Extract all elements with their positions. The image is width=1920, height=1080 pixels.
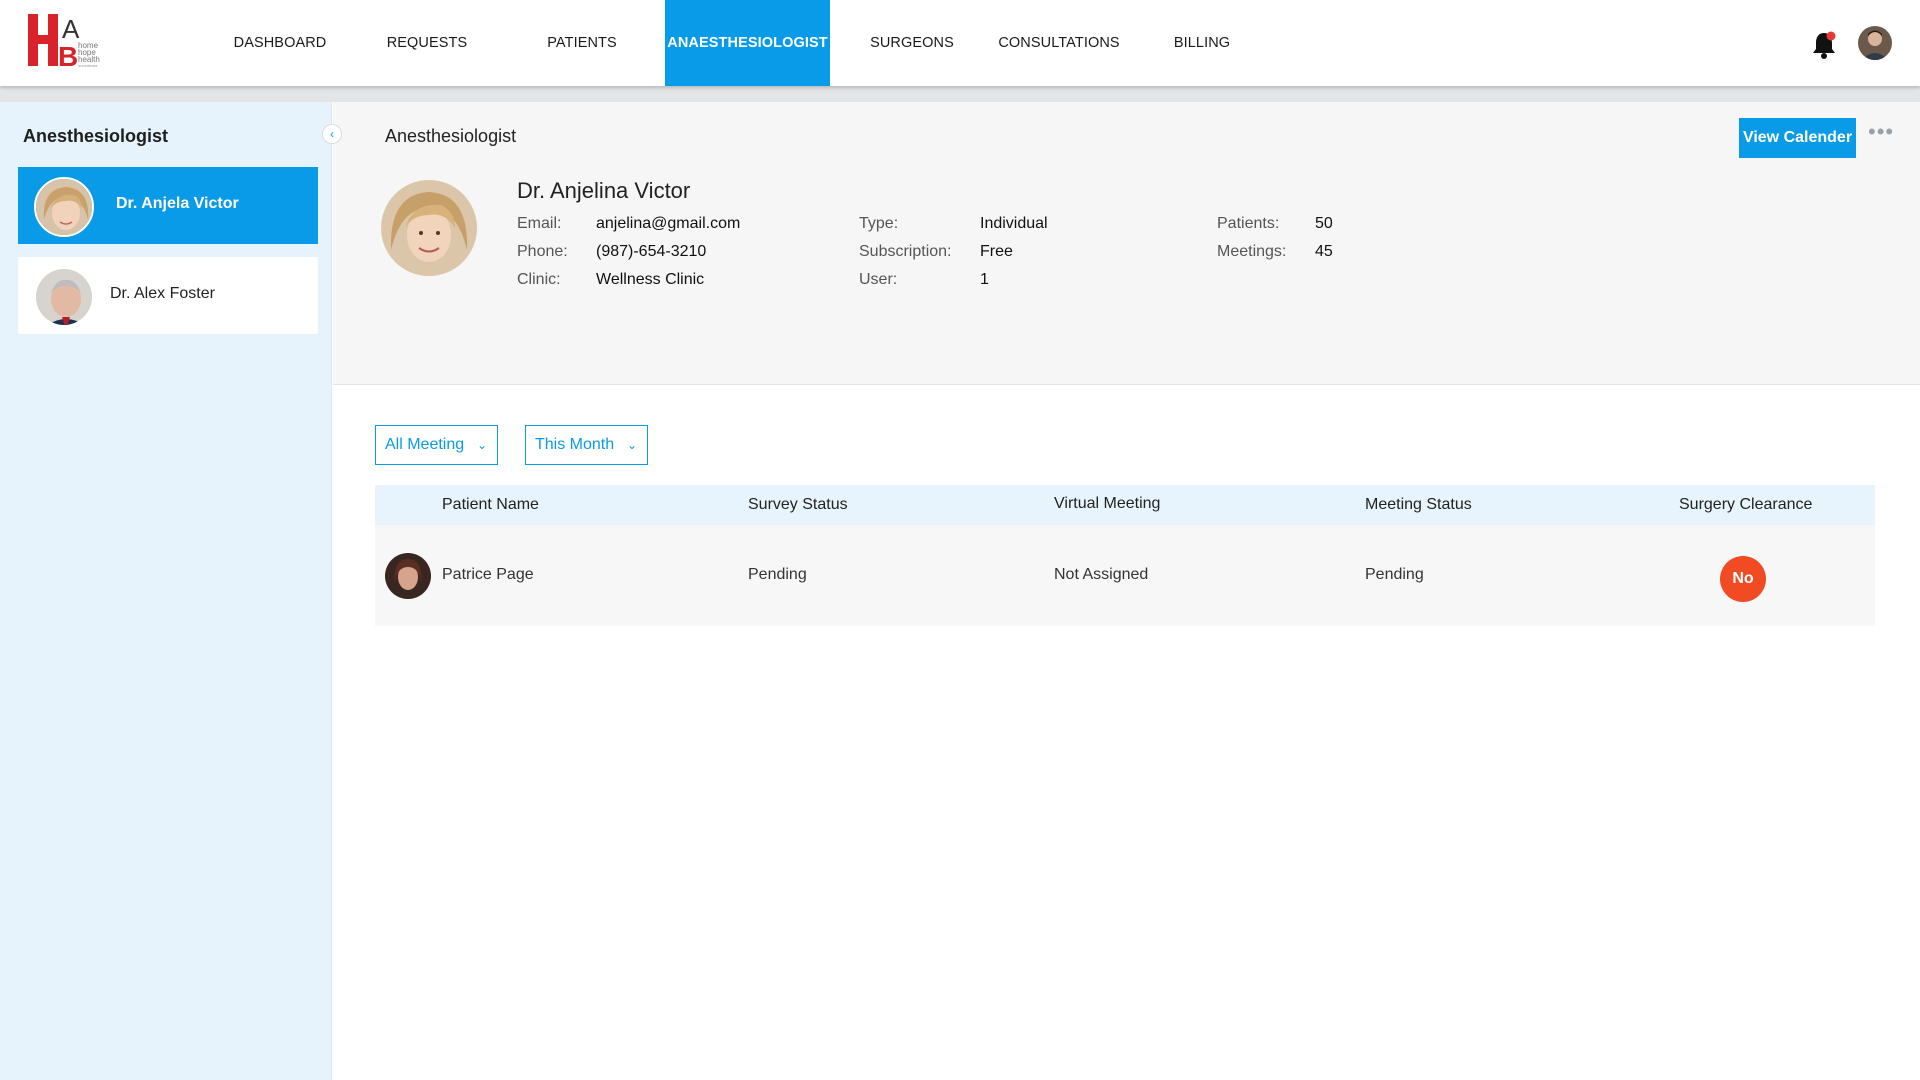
patients-value: 50 — [1315, 215, 1333, 232]
chevron-down-icon: ⌄ — [476, 438, 487, 452]
table-row[interactable]: Patrice Page Pending Not Assigned Pendin… — [375, 525, 1875, 626]
column-header-surgery-clearance[interactable]: Surgery Clearance — [1679, 496, 1812, 514]
subscription-value: Free — [980, 243, 1013, 260]
more-options-icon[interactable]: ••• — [1868, 121, 1894, 143]
user-label: User: — [859, 271, 898, 288]
patients-field: Patients: 50 — [1217, 215, 1333, 233]
phone-field: Phone: (987)-654-3210 — [517, 243, 706, 261]
nav-anaesthesiologist[interactable]: ANAESTHESIOLOGIST — [665, 0, 830, 86]
period-filter-value: This Month — [535, 436, 615, 453]
clinic-field: Clinic: Wellness Clinic — [517, 271, 704, 289]
patient-avatar — [385, 553, 431, 599]
doctor-avatar — [34, 267, 94, 327]
email-value: anjelina@gmail.com — [596, 215, 741, 232]
hab-logo[interactable]: A B home hope health anesthesia — [28, 12, 124, 70]
svg-text:anesthesia: anesthesia — [78, 63, 98, 68]
virtual-meeting-status: Not Assigned — [1054, 566, 1149, 583]
meeting-filter-dropdown[interactable]: All Meeting ⌄ — [375, 425, 498, 465]
doctor-avatar — [34, 177, 94, 237]
meetings-field: Meetings: 45 — [1217, 243, 1333, 261]
column-header-meeting-status[interactable]: Meeting Status — [1365, 496, 1472, 514]
user-avatar[interactable] — [1858, 26, 1892, 60]
sidebar-item-anjela-victor[interactable]: Dr. Anjela Victor — [18, 167, 318, 244]
meeting-status: Pending — [1365, 566, 1424, 583]
sidebar-item-alex-foster[interactable]: Dr. Alex Foster — [18, 257, 318, 334]
patients-label: Patients: — [1217, 215, 1280, 232]
type-field: Type: Individual — [859, 215, 1048, 233]
surgery-clearance-badge[interactable]: No — [1720, 556, 1766, 602]
view-calendar-button[interactable]: View Calender — [1739, 118, 1856, 158]
nav-requests[interactable]: REQUESTS — [370, 0, 484, 86]
survey-status: Pending — [748, 566, 807, 583]
subscription-label: Subscription: — [859, 243, 952, 260]
nav-surgeons[interactable]: SURGEONS — [862, 0, 962, 86]
clinic-value: Wellness Clinic — [596, 271, 705, 288]
page-title: Anesthesiologist — [385, 126, 517, 146]
chevron-down-icon: ⌄ — [626, 438, 637, 452]
period-filter-dropdown[interactable]: This Month ⌄ — [525, 425, 648, 465]
phone-label: Phone: — [517, 243, 568, 260]
chevron-left-icon[interactable]: ‹ — [322, 124, 342, 144]
sidebar-item-label: Dr. Anjela Victor — [116, 195, 239, 212]
clinic-label: Clinic: — [517, 271, 561, 288]
user-value: 1 — [980, 271, 989, 288]
type-value: Individual — [980, 215, 1048, 232]
patient-name[interactable]: Patrice Page — [442, 566, 534, 584]
profile-header: Anesthesiologist View Calender ••• Dr. A… — [333, 102, 1920, 385]
doctor-name: Dr. Anjelina Victor — [517, 178, 691, 203]
table-header: Patient Name Survey Status Virtual Meeti… — [375, 485, 1875, 525]
column-header-patient-name[interactable]: Patient Name — [442, 496, 539, 514]
user-field: User: 1 — [859, 271, 989, 289]
nav-billing[interactable]: BILLING — [1164, 0, 1240, 86]
meeting-filter-value: All Meeting — [385, 436, 465, 453]
svg-text:B: B — [58, 41, 78, 70]
subscription-field: Subscription: Free — [859, 243, 1013, 261]
top-navbar: A B home hope health anesthesia DASHBOAR… — [0, 0, 1920, 86]
sidebar: Anesthesiologist ‹ Dr. Anjela Victor Dr. — [0, 102, 342, 1080]
meetings-label: Meetings: — [1217, 243, 1287, 260]
nav-dashboard[interactable]: DASHBOARD — [224, 0, 336, 86]
bell-icon[interactable] — [1812, 30, 1838, 60]
profile-photo — [381, 180, 477, 276]
email-field: Email: anjelina@gmail.com — [517, 215, 740, 233]
phone-value: (987)-654-3210 — [596, 243, 707, 260]
svg-text:A: A — [62, 14, 80, 44]
sidebar-item-label: Dr. Alex Foster — [110, 285, 215, 302]
type-label: Type: — [859, 215, 899, 232]
column-header-survey-status[interactable]: Survey Status — [748, 496, 848, 514]
header-divider — [0, 86, 1920, 102]
column-header-virtual-meeting[interactable]: Virtual Meeting — [1054, 495, 1160, 513]
email-label: Email: — [517, 215, 562, 232]
nav-patients[interactable]: PATIENTS — [524, 0, 640, 86]
meetings-value: 45 — [1315, 243, 1333, 260]
nav-consultations[interactable]: CONSULTATIONS — [990, 0, 1128, 86]
sidebar-title: Anesthesiologist — [23, 126, 169, 146]
